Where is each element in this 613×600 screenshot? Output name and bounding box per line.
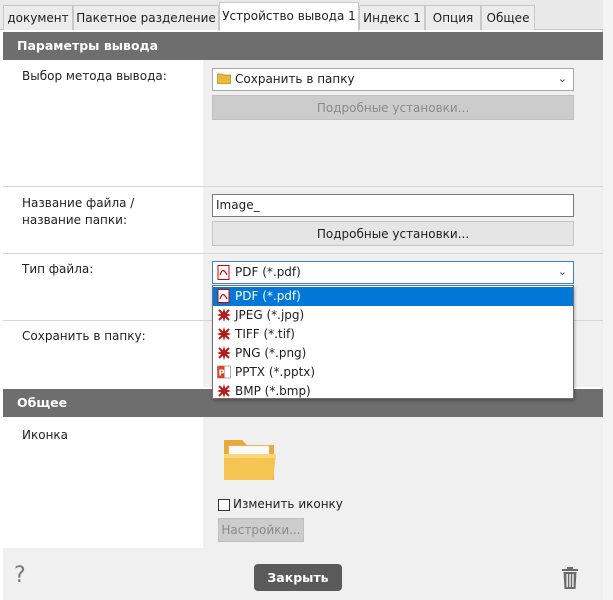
pptx-icon: P xyxy=(217,365,231,379)
tab-bar: документ Пакетное разделение Устройство … xyxy=(0,0,603,31)
filetype-select[interactable]: PDF (*.pdf) ⌄ xyxy=(212,261,574,284)
icon-settings-button[interactable]: Настройки... xyxy=(218,518,304,542)
filename-details-button[interactable]: Подробные установки... xyxy=(212,221,574,246)
filename-input[interactable]: Image_ xyxy=(212,194,574,217)
trash-icon[interactable] xyxy=(560,566,580,590)
tiff-icon xyxy=(217,327,231,341)
tab-option[interactable]: Опция xyxy=(425,5,481,30)
option-label: JPEG (*.jpg) xyxy=(235,308,305,322)
pdf-icon xyxy=(217,289,230,303)
method-details-button[interactable]: Подробные установки... xyxy=(212,95,574,120)
filetype-value: PDF (*.pdf) xyxy=(235,265,301,279)
change-icon-label: Изменить иконку xyxy=(233,497,343,511)
filetype-option-jpeg[interactable]: JPEG (*.jpg) xyxy=(213,306,573,325)
close-button[interactable]: Закрыть xyxy=(254,564,342,591)
option-label: TIFF (*.tif) xyxy=(235,327,295,341)
output-section-header: Параметры вывода xyxy=(3,32,603,60)
help-icon[interactable]: ? xyxy=(14,563,26,588)
tab-general[interactable]: Общее xyxy=(481,5,535,30)
output-method-select[interactable]: Сохранить в папку ⌄ xyxy=(212,68,574,91)
filetype-dropdown-list[interactable]: PDF (*.pdf) JPEG (*.jpg) TIFF (*.tif) PN… xyxy=(212,285,574,399)
filetype-option-bmp[interactable]: BMP (*.bmp) xyxy=(213,382,573,401)
filetype-label: Тип файла: xyxy=(22,262,94,276)
side-strip xyxy=(603,0,613,600)
option-label: PDF (*.pdf) xyxy=(235,289,301,303)
icon-label: Иконка xyxy=(22,428,69,442)
bmp-icon xyxy=(217,384,231,398)
change-icon-checkbox[interactable] xyxy=(218,499,230,511)
output-method-value: Сохранить в папку xyxy=(235,72,355,86)
filename-label: Название файла / название папки: xyxy=(22,196,135,227)
option-label: PNG (*.png) xyxy=(235,346,307,360)
method-label: Выбор метода вывода: xyxy=(22,69,167,83)
filetype-option-png[interactable]: PNG (*.png) xyxy=(213,344,573,363)
option-label: PPTX (*.pptx) xyxy=(235,365,316,379)
option-label: BMP (*.bmp) xyxy=(235,384,311,398)
filetype-option-tiff[interactable]: TIFF (*.tif) xyxy=(213,325,573,344)
tab-document[interactable]: документ xyxy=(3,5,73,30)
pdf-icon xyxy=(217,265,230,280)
chevron-down-icon: ⌄ xyxy=(557,72,567,85)
tab-batch-separation[interactable]: Пакетное разделение xyxy=(73,5,219,30)
settings-panel: документ Пакетное разделение Устройство … xyxy=(0,0,603,600)
saveto-label: Сохранить в папку: xyxy=(22,329,146,343)
svg-text:P: P xyxy=(219,369,225,378)
folder-icon xyxy=(217,73,231,84)
tab-index-1[interactable]: Индекс 1 xyxy=(359,5,425,30)
png-icon xyxy=(217,346,231,360)
filetype-option-pptx[interactable]: P PPTX (*.pptx) xyxy=(213,363,573,382)
chevron-down-icon: ⌄ xyxy=(557,265,567,278)
jpeg-icon xyxy=(217,308,231,322)
folder-large-icon[interactable] xyxy=(222,436,278,482)
tab-output-device-1[interactable]: Устройство вывода 1 xyxy=(219,2,359,31)
filetype-option-pdf[interactable]: PDF (*.pdf) xyxy=(213,287,573,306)
